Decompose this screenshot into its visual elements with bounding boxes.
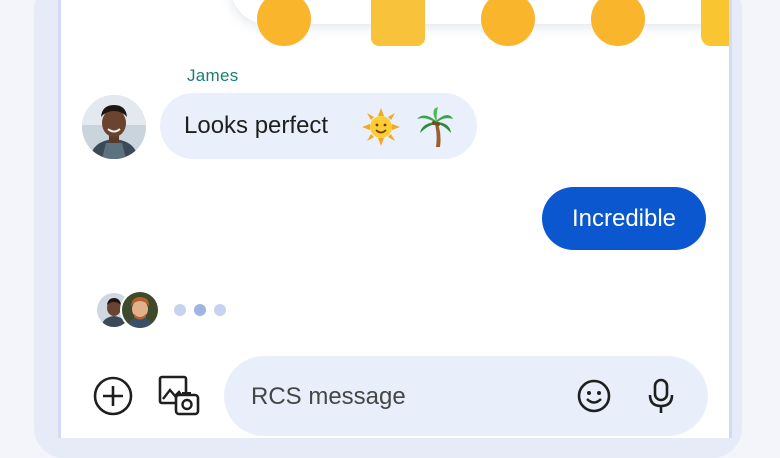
mic-icon[interactable] <box>646 378 676 421</box>
reaction-emoji[interactable] <box>481 0 535 46</box>
incoming-message-bubble[interactable]: Looks perfect <box>160 93 477 159</box>
outgoing-message-bubble[interactable]: Incredible <box>542 187 706 250</box>
reaction-picker-bar <box>231 0 729 46</box>
sender-name: James <box>187 66 239 85</box>
typing-dot <box>214 304 226 316</box>
message-compose-field[interactable]: RCS message <box>224 356 708 436</box>
reaction-emoji[interactable] <box>591 0 645 46</box>
typing-dot <box>174 304 186 316</box>
gallery-camera-icon[interactable] <box>157 373 201 422</box>
outgoing-message-text: Incredible <box>571 204 677 232</box>
sender-avatar[interactable] <box>82 95 146 159</box>
avatar-photo <box>82 95 146 159</box>
add-circle-icon[interactable] <box>92 375 134 422</box>
incoming-message-text: Looks perfect <box>184 112 329 139</box>
typing-dot <box>194 304 206 316</box>
reaction-emoji[interactable] <box>701 0 729 46</box>
reaction-emoji[interactable] <box>371 0 425 46</box>
sun-with-face-icon <box>362 108 400 151</box>
reaction-emoji[interactable] <box>257 0 311 46</box>
palm-tree-icon <box>416 107 454 152</box>
typing-participant-avatar <box>120 290 160 330</box>
message-input[interactable]: RCS message <box>251 383 406 411</box>
emoji-icon[interactable] <box>576 378 612 419</box>
